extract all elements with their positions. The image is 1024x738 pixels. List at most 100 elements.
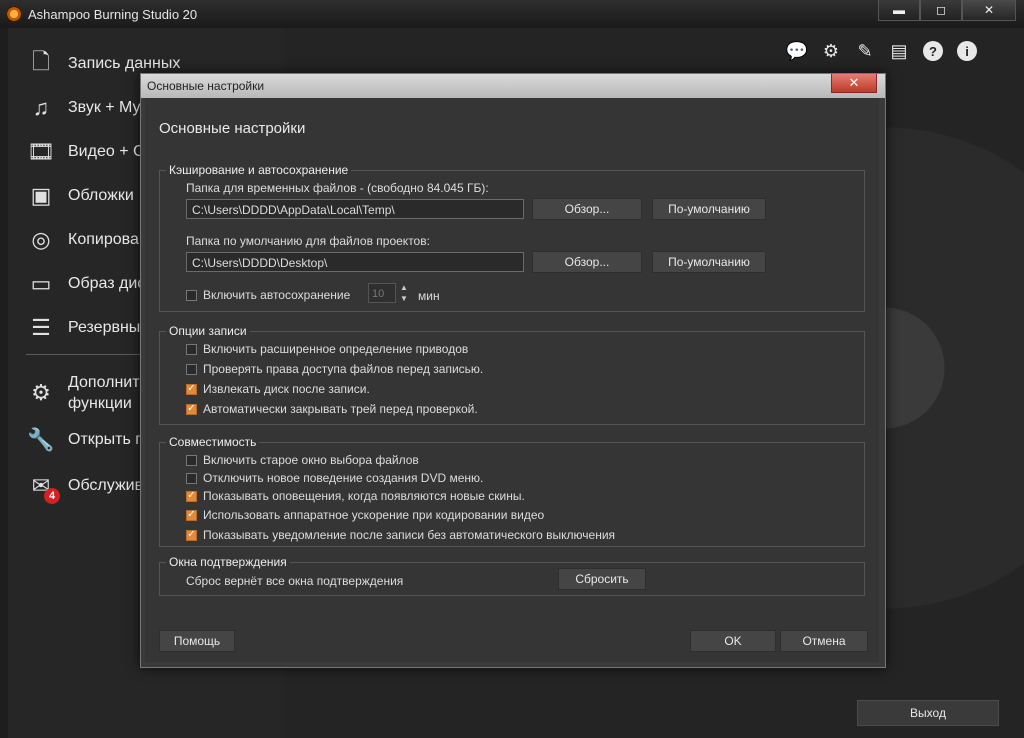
- service-icon: ✉ 4: [26, 472, 60, 504]
- pin-icon[interactable]: ✎: [848, 35, 882, 67]
- sidebar-item-video[interactable]: 🎞 Видео + С: [26, 138, 145, 166]
- compat-option-row[interactable]: ✓ Показывать оповещения, когда появляютс…: [186, 489, 525, 503]
- ok-button[interactable]: OK: [690, 630, 776, 652]
- sidebar-item-open[interactable]: 🔧 Открыть п: [26, 426, 144, 454]
- autosave-checkbox-row[interactable]: Включить автосохранение: [186, 288, 350, 302]
- checkbox-label: Включить расширенное определение приводо…: [203, 342, 469, 356]
- sidebar-item-label: Образ дис: [68, 275, 146, 292]
- autosave-minutes-stepper[interactable]: 10 ▲ ▼: [368, 283, 412, 303]
- sidebar-item-audio[interactable]: ♫ Звук + Му: [26, 94, 141, 122]
- window-controls: ▬ ◻ ✕: [878, 0, 1016, 21]
- record-option-row[interactable]: Проверять права доступа файлов перед зап…: [186, 362, 483, 376]
- feedback-icon[interactable]: 💬: [780, 35, 814, 67]
- dialog-body: Основные настройки Кэширование и автосох…: [145, 98, 879, 662]
- compat-option-row[interactable]: ✓ Использовать аппаратное ускорение при …: [186, 508, 544, 522]
- autosave-checkbox[interactable]: [186, 289, 197, 301]
- autosave-label: Включить автосохранение: [203, 288, 351, 302]
- notification-badge: 4: [44, 488, 60, 504]
- record-options-group: Опции записи Включить расширенное опреде…: [159, 324, 865, 425]
- group-title: Совместимость: [166, 435, 260, 449]
- app-window: Ashampoo Burning Studio 20 ▬ ◻ ✕ ▶ 🗋 Зап…: [0, 0, 1024, 738]
- chevron-down-icon[interactable]: ▼: [400, 294, 408, 303]
- checkbox-label: Извлекать диск после записи.: [203, 382, 370, 396]
- maximize-button[interactable]: ◻: [920, 0, 962, 21]
- checkbox-checked[interactable]: ✓: [186, 509, 197, 521]
- sidebar-item-extra[interactable]: ⚙ Дополнит функции: [26, 372, 140, 414]
- sidebar-item-label: Обложки: [68, 187, 134, 204]
- checkbox-checked[interactable]: ✓: [186, 383, 197, 395]
- comment-icon[interactable]: ▤: [882, 35, 916, 67]
- checkbox-checked[interactable]: ✓: [186, 490, 197, 502]
- sidebar-item-copy[interactable]: ◎ Копирова: [26, 226, 139, 254]
- checkbox-label: Автоматически закрывать трей перед прове…: [203, 402, 478, 416]
- title-bar: Ashampoo Burning Studio 20 ▬ ◻ ✕: [0, 0, 1024, 28]
- checkbox-checked[interactable]: ✓: [186, 403, 197, 415]
- settings-gear-icon[interactable]: ⚙: [814, 35, 848, 67]
- project-default-button[interactable]: По-умолчанию: [652, 251, 766, 273]
- top-toolbar: 💬 ⚙ ✎ ▤ ? i: [780, 34, 1012, 68]
- temp-folder-input[interactable]: C:\Users\DDDD\AppData\Local\Temp\: [186, 199, 524, 219]
- database-icon: ☰: [31, 315, 51, 340]
- stepper-arrows[interactable]: ▲ ▼: [397, 283, 411, 303]
- minimize-button[interactable]: ▬: [878, 0, 920, 21]
- disc-image-icon: ▭: [30, 271, 52, 296]
- compat-option-row[interactable]: Отключить новое поведение создания DVD м…: [186, 471, 483, 485]
- group-title: Кэширование и автосохранение: [166, 163, 352, 177]
- checkbox[interactable]: [186, 472, 197, 484]
- close-button[interactable]: ✕: [962, 0, 1016, 21]
- reset-button[interactable]: Сбросить: [558, 568, 646, 590]
- sidebar-item-label: Открыть п: [68, 431, 144, 448]
- film-strip-icon: 🎞: [27, 139, 55, 164]
- temp-folder-label: Папка для временных файлов - (свободно 8…: [186, 181, 489, 195]
- sidebar-item-service[interactable]: ✉ 4 Обслужив: [26, 472, 144, 504]
- gears-icon: ⚙: [31, 380, 51, 405]
- project-folder-input[interactable]: C:\Users\DDDD\Desktop\: [186, 252, 524, 272]
- help-icon[interactable]: ?: [916, 35, 950, 67]
- sidebar-item-label: Копирова: [68, 231, 139, 248]
- checkbox[interactable]: [186, 454, 197, 466]
- compat-option-row[interactable]: Включить старое окно выбора файлов: [186, 453, 419, 467]
- file-icon: 🗋: [32, 49, 50, 74]
- dialog-close-button[interactable]: ✕: [831, 74, 877, 93]
- group-title: Опции записи: [166, 324, 250, 338]
- dialog-window-title: Основные настройки: [147, 79, 265, 93]
- caching-group: Кэширование и автосохранение Папка для в…: [159, 163, 865, 312]
- record-option-row[interactable]: ✓ Извлекать диск после записи.: [186, 382, 370, 396]
- sidebar-item-label: Запись данных: [68, 55, 181, 72]
- cancel-button[interactable]: Отмена: [780, 630, 868, 652]
- info-icon[interactable]: i: [950, 35, 984, 67]
- app-logo-icon: [6, 6, 22, 22]
- sidebar-item-backup[interactable]: ☰ Резервны: [26, 314, 140, 342]
- sidebar-item-disc-image[interactable]: ▭ Образ дис: [26, 270, 146, 298]
- sidebar-item-label: Звук + Му: [68, 99, 141, 116]
- checkbox[interactable]: [186, 363, 197, 375]
- dialog-heading: Основные настройки: [159, 120, 306, 137]
- checkbox-label: Показывать уведомление после записи без …: [203, 528, 616, 542]
- chevron-up-icon[interactable]: ▲: [400, 283, 408, 292]
- record-option-row[interactable]: ✓ Автоматически закрывать трей перед про…: [186, 402, 478, 416]
- temp-default-button[interactable]: По-умолчанию: [652, 198, 766, 220]
- sidebar-item-label: Резервны: [68, 319, 141, 336]
- confirm-reset-text: Сброс вернёт все окна подтверждения: [186, 574, 404, 588]
- checkbox-label: Включить старое окно выбора файлов: [203, 453, 419, 467]
- temp-browse-button[interactable]: Обзор...: [532, 198, 642, 220]
- settings-dialog: Основные настройки ✕ Основные настройки …: [140, 73, 886, 668]
- sidebar-item-covers[interactable]: ▣ Обложки: [26, 182, 134, 210]
- wrench-file-icon: 🔧: [27, 427, 55, 452]
- autosave-minutes-value[interactable]: 10: [368, 283, 396, 303]
- checkbox-label: Проверять права доступа файлов перед зап…: [203, 362, 484, 376]
- help-button[interactable]: Помощь: [159, 630, 235, 652]
- discs-icon: ◎: [31, 227, 51, 252]
- exit-button[interactable]: Выход: [857, 700, 999, 726]
- sidebar-item-label: Обслужив: [68, 477, 144, 494]
- app-title: Ashampoo Burning Studio 20: [28, 7, 198, 22]
- checkbox-checked[interactable]: ✓: [186, 529, 197, 541]
- checkbox[interactable]: [186, 343, 197, 355]
- sidebar-item-label: Видео + С: [68, 143, 145, 160]
- compat-option-row[interactable]: ✓ Показывать уведомление после записи бе…: [186, 528, 615, 542]
- project-browse-button[interactable]: Обзор...: [532, 251, 642, 273]
- compatibility-group: Совместимость Включить старое окно выбор…: [159, 435, 865, 547]
- sidebar-item-label: Дополнит функции: [68, 374, 140, 412]
- record-option-row[interactable]: Включить расширенное определение приводо…: [186, 342, 468, 356]
- confirmation-group: Окна подтверждения Сброс вернёт все окна…: [159, 555, 865, 596]
